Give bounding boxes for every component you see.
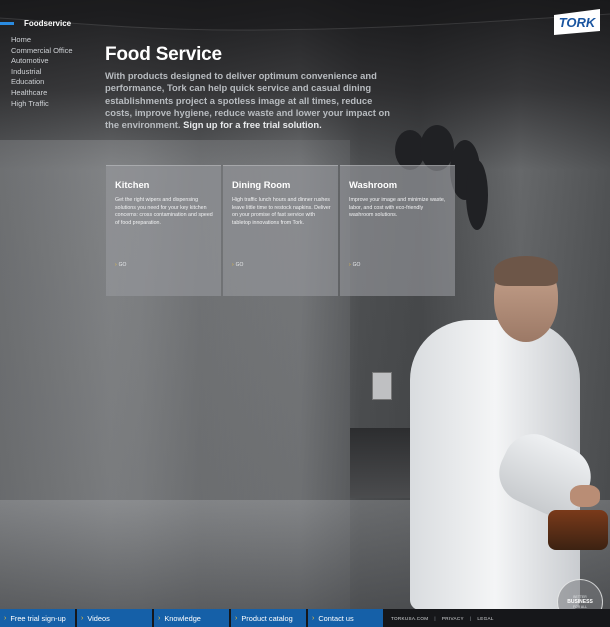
footer-tab-free-trial[interactable]: › Free trial sign-up <box>0 609 75 627</box>
arrow-right-icon: › <box>115 262 117 268</box>
footer-tab-knowledge[interactable]: › Knowledge <box>154 609 229 627</box>
card-go-link[interactable]: › GO <box>349 262 360 268</box>
footer-link-privacy[interactable]: PRIVACY <box>442 616 464 621</box>
arrow-right-icon: › <box>312 614 315 622</box>
nav-item-healthcare[interactable]: Healthcare <box>11 88 73 99</box>
nav-item-industrial[interactable]: Industrial <box>11 67 73 78</box>
card-go-link[interactable]: › GO <box>232 262 243 268</box>
footer-links: TORKUSA.COM | PRIVACY | LEGAL <box>391 615 494 621</box>
footer-tab-videos[interactable]: › Videos <box>77 609 152 627</box>
card-washroom[interactable]: Washroom Improve your image and minimize… <box>340 165 455 296</box>
arrow-right-icon: › <box>349 262 351 268</box>
card-title: Dining Room <box>232 179 291 190</box>
arrow-right-icon: › <box>81 614 84 622</box>
card-text: Improve your image and minimize waste, l… <box>349 197 446 219</box>
active-indicator <box>0 21 14 25</box>
tork-logo[interactable]: TORK <box>552 9 602 35</box>
card-go-link[interactable]: › GO <box>115 262 126 268</box>
header-swoosh <box>0 0 610 31</box>
card-dining-room[interactable]: Dining Room High traffic lunch hours and… <box>223 165 338 296</box>
nav-item-automotive[interactable]: Automotive <box>11 56 73 67</box>
footer-tab-product-catalog[interactable]: › Product catalog <box>231 609 306 627</box>
footer-bar: › Free trial sign-up › Videos › Knowledge ›… <box>0 609 610 627</box>
arrow-right-icon: › <box>232 262 234 268</box>
nav-item-education[interactable]: Education <box>11 77 73 88</box>
card-title: Washroom <box>349 179 398 190</box>
logo-text: TORK <box>559 15 597 30</box>
nav-item-commercial-office[interactable]: Commercial Office <box>11 46 73 57</box>
footer-tab-contact-us[interactable]: › Contact us <box>308 609 383 627</box>
page-title: Food Service <box>105 44 222 65</box>
section-nav: Foodservice Home Commercial Office Autom… <box>0 17 73 109</box>
intro-text: With products designed to deliver optimu… <box>105 70 395 131</box>
footer-link-torkusa[interactable]: TORKUSA.COM <box>391 616 428 621</box>
footer-link-legal[interactable]: LEGAL <box>477 616 493 621</box>
card-text: Get the right wipers and dispensing solu… <box>115 197 213 226</box>
arrow-right-icon: › <box>158 614 161 622</box>
arrow-right-icon: › <box>4 614 7 622</box>
nav-item-foodservice[interactable]: Foodservice <box>0 17 73 29</box>
free-trial-link[interactable]: Sign up for a free trial solution. <box>183 119 322 130</box>
card-text: High traffic lunch hours and dinner rush… <box>232 197 331 226</box>
arrow-right-icon: › <box>235 614 238 622</box>
category-cards: Kitchen Get the right wipers and dispens… <box>106 165 457 296</box>
card-title: Kitchen <box>115 179 150 190</box>
nav-active-label: Foodservice <box>24 18 72 28</box>
nav-item-home[interactable]: Home <box>11 35 73 46</box>
nav-item-high-traffic[interactable]: High Traffic <box>11 99 73 110</box>
card-kitchen[interactable]: Kitchen Get the right wipers and dispens… <box>106 165 221 296</box>
